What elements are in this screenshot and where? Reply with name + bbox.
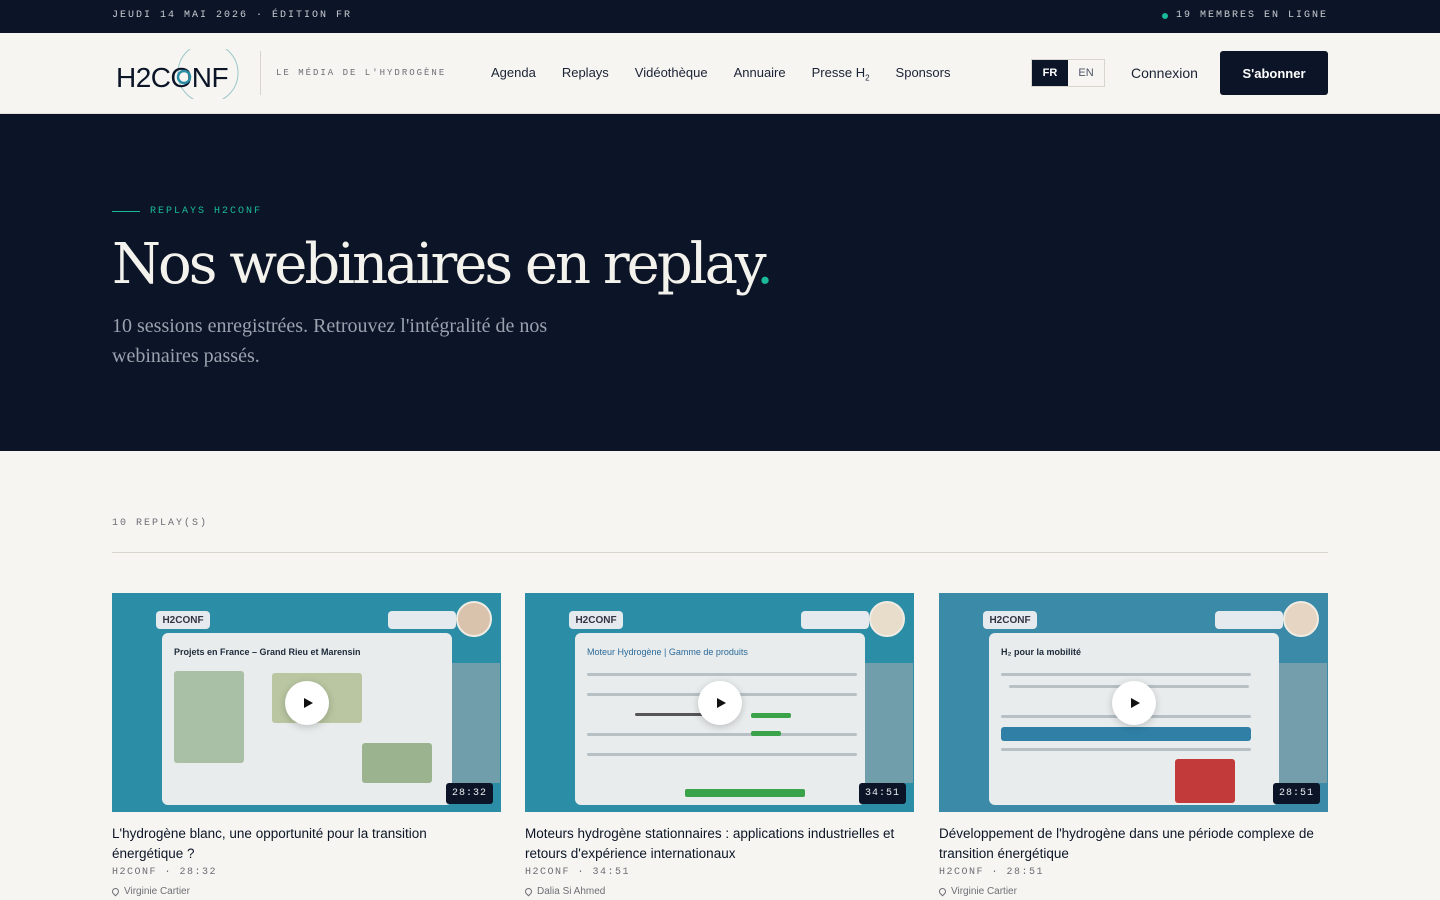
site-header: H2CONF LE MÉDIA DE L'HYDROGÈNE Agenda Re… — [0, 33, 1440, 114]
thumb-speaker-pill — [1215, 611, 1283, 629]
thumb-engines — [685, 789, 805, 797]
speaker-name: Dalia Si Ahmed — [537, 886, 606, 897]
online-count: 19 MEMBRES EN LIGNE — [1175, 10, 1328, 21]
eyebrow-text: REPLAYS H2CONF — [150, 206, 263, 217]
play-icon — [1131, 698, 1140, 708]
card-title[interactable]: Moteurs hydrogène stationnaires : applic… — [525, 824, 914, 864]
speaker-avatar — [869, 601, 905, 637]
title-dot: . — [756, 232, 774, 297]
thumb-vehicle — [1175, 759, 1235, 803]
logo-divider — [260, 51, 261, 95]
video-thumbnail[interactable]: H2CONF Projets en France – Grand Rieu et… — [112, 593, 501, 812]
location-pin-icon — [937, 886, 948, 897]
card-title[interactable]: L'hydrogène blanc, une opportunité pour … — [112, 824, 501, 864]
duration-badge: 34:51 — [858, 783, 906, 804]
page-title: Nos webinaires en replay. — [112, 232, 774, 297]
lang-fr-button[interactable]: FR — [1032, 60, 1068, 86]
replay-count: 10 REPLAY(S) — [112, 518, 209, 529]
nav-agenda[interactable]: Agenda — [491, 65, 536, 83]
card-speaker: Virginie Cartier — [937, 886, 1328, 897]
logo[interactable]: H2CONF — [112, 49, 247, 99]
card-meta: H2CONF · 28:51 — [939, 867, 1045, 878]
logo-text: H2CONF — [116, 62, 228, 93]
top-bar: JEUDI 14 MAI 2026 · ÉDITION FR 19 MEMBRE… — [0, 0, 1440, 33]
online-status: 19 MEMBRES EN LIGNE — [1161, 10, 1328, 21]
thumb-decoration — [1279, 663, 1327, 783]
thumb-brand: H2CONF — [569, 611, 623, 629]
play-icon — [304, 698, 313, 708]
divider — [112, 552, 1328, 553]
nav-presse-label: Presse H — [811, 65, 866, 80]
nav-sponsors[interactable]: Sponsors — [896, 65, 951, 83]
language-switcher: FR EN — [1031, 59, 1105, 87]
card-speaker: Dalia Si Ahmed — [523, 886, 914, 897]
video-thumbnail[interactable]: H2CONF Moteur Hydrogène | Gamme de produ… — [525, 593, 914, 812]
nav-annuaire[interactable]: Annuaire — [734, 65, 786, 83]
thumb-green — [751, 731, 781, 736]
speaker-name: Virginie Cartier — [124, 886, 190, 897]
thumb-line — [587, 733, 857, 736]
card-title[interactable]: Développement de l'hydrogène dans une pé… — [939, 824, 1328, 864]
play-icon — [717, 698, 726, 708]
thumb-speaker-pill — [388, 611, 456, 629]
nav-videotheque[interactable]: Vidéothèque — [635, 65, 708, 83]
date-edition: JEUDI 14 MAI 2026 · ÉDITION FR — [112, 10, 353, 21]
card-meta: H2CONF · 28:32 — [112, 867, 218, 878]
video-thumbnail[interactable]: H2CONF H₂ pour la mobilité 28:51 — [939, 593, 1328, 812]
thumb-slide-title: Projets en France – Grand Rieu et Marens… — [174, 647, 361, 657]
online-dot-icon — [1161, 12, 1168, 19]
thumb-line — [587, 673, 857, 676]
speaker-avatar — [456, 601, 492, 637]
main-nav: Agenda Replays Vidéothèque Annuaire Pres… — [491, 65, 950, 83]
replay-card[interactable]: H2CONF Moteur Hydrogène | Gamme de produ… — [523, 593, 914, 897]
location-pin-icon — [110, 886, 121, 897]
card-meta: H2CONF · 34:51 — [525, 867, 631, 878]
login-link[interactable]: Connexion — [1131, 65, 1198, 81]
thumb-slide-title: H₂ pour la mobilité — [1001, 647, 1082, 657]
thumb-table-head — [1001, 727, 1251, 741]
thumb-line — [1001, 748, 1251, 751]
duration-badge: 28:32 — [445, 783, 493, 804]
thumb-brand: H2CONF — [156, 611, 210, 629]
subscribe-button[interactable]: S'abonner — [1220, 51, 1328, 95]
thumb-bar — [635, 713, 705, 716]
duration-badge: 28:51 — [1272, 783, 1320, 804]
thumb-map — [174, 671, 244, 763]
thumb-green — [751, 713, 791, 718]
thumb-decoration — [865, 663, 913, 783]
tagline: LE MÉDIA DE L'HYDROGÈNE — [276, 68, 447, 78]
eyebrow-line — [112, 211, 140, 212]
hero-subtitle: 10 sessions enregistrées. Retrouvez l'in… — [112, 315, 548, 367]
thumb-line — [587, 753, 857, 756]
play-button[interactable] — [285, 681, 329, 725]
hero: REPLAYS H2CONF Nos webinaires en replay.… — [0, 114, 1440, 451]
location-pin-icon — [523, 886, 534, 897]
nav-presse-sub: 2 — [865, 73, 870, 83]
hero-eyebrow: REPLAYS H2CONF — [112, 206, 262, 217]
speaker-avatar — [1283, 601, 1319, 637]
nav-presse[interactable]: Presse H2 — [812, 65, 870, 83]
lang-en-button[interactable]: EN — [1068, 60, 1104, 86]
page-title-text: Nos webinaires en replay — [112, 232, 759, 297]
play-button[interactable] — [1112, 681, 1156, 725]
thumb-diagram-2 — [362, 743, 432, 783]
thumb-brand: H2CONF — [983, 611, 1037, 629]
speaker-name: Virginie Cartier — [951, 886, 1017, 897]
thumb-speaker-pill — [801, 611, 869, 629]
thumb-line — [1001, 673, 1251, 676]
thumb-slide-title: Moteur Hydrogène | Gamme de produits — [587, 647, 748, 657]
play-button[interactable] — [698, 681, 742, 725]
nav-replays[interactable]: Replays — [562, 65, 609, 83]
replay-card[interactable]: H2CONF H₂ pour la mobilité 28:51 Dévelop… — [937, 593, 1328, 897]
card-speaker: Virginie Cartier — [110, 886, 501, 897]
replay-card[interactable]: H2CONF Projets en France – Grand Rieu et… — [110, 593, 501, 897]
thumb-decoration — [452, 663, 500, 783]
